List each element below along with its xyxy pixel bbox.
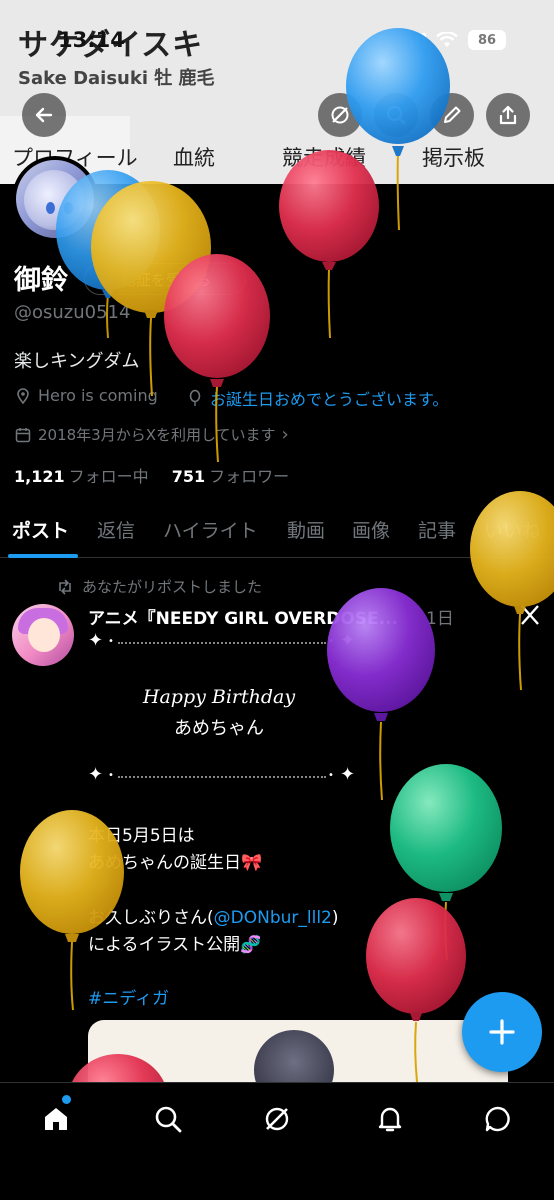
post-text-line: お久しぶりさん(@DONbur_lll2) (88, 903, 339, 928)
happy-birthday-text: Happy Birthday (142, 686, 296, 708)
status-time: 13:14 (58, 28, 125, 52)
repost-icon (59, 578, 71, 595)
pencil-icon (444, 106, 461, 123)
back-button[interactable] (22, 93, 66, 137)
bell-icon (378, 1107, 402, 1132)
repost-indicator: あなたがリポストしました (56, 576, 262, 597)
search-icon (155, 1106, 182, 1133)
status-icons: 86 (404, 30, 506, 50)
repost-text: あなたがリポストしました (82, 578, 263, 596)
nav-messages[interactable] (478, 1099, 518, 1139)
post-text-line: によるイラスト公開🧬 (88, 935, 262, 955)
calendar-icon (15, 427, 31, 442)
nav-home[interactable] (36, 1099, 76, 1139)
location-text: Hero is coming (38, 386, 158, 405)
verified-badge-icon (100, 272, 114, 286)
x-logo-icon (521, 605, 539, 625)
location-pin-icon (17, 387, 29, 404)
profile-tabs: ポスト 返信 ハイライト 動画 画像 記事 いいね (0, 508, 554, 558)
followers-link[interactable]: 751 フォロワー (172, 467, 289, 486)
hashtag-link[interactable]: #ニディガ (88, 984, 169, 1009)
mention-link[interactable]: @DONbur_lll2 (214, 908, 332, 928)
grok-icon (331, 106, 349, 124)
plus-icon (489, 1019, 515, 1045)
website-link[interactable]: お誕生日おめでとうございます。 (210, 386, 448, 410)
compose-button[interactable] (462, 992, 542, 1072)
tab-replies[interactable]: 返信 (97, 516, 135, 543)
grok-icon (265, 1107, 289, 1131)
avatar[interactable] (12, 156, 98, 242)
signal-icon (404, 32, 426, 48)
tab-pedigree[interactable]: 血統 (173, 142, 215, 172)
joined-text: 2018年3月からXを利用しています (38, 426, 276, 444)
post-image[interactable] (88, 1020, 508, 1084)
grok-button[interactable] (318, 93, 362, 137)
followers-label: フォロワー (209, 467, 290, 486)
wifi-icon (436, 32, 458, 47)
balloon-icon (189, 389, 201, 406)
website[interactable]: お誕生日おめでとうございます。 (186, 386, 448, 410)
nav-notifications[interactable] (370, 1099, 410, 1139)
edit-button[interactable] (430, 93, 474, 137)
search-button[interactable] (374, 93, 418, 137)
post-text-suffix: ) (331, 908, 339, 928)
bottom-navigation (0, 1082, 554, 1200)
balloon (390, 764, 502, 961)
bio: 楽しキングダム (14, 351, 140, 372)
verify-label: 認証を受ける (121, 270, 212, 289)
nav-search[interactable] (148, 1099, 188, 1139)
tab-board[interactable]: 掲示板 (422, 142, 485, 172)
tab-highlights[interactable]: ハイライト (163, 516, 258, 543)
message-icon (485, 1106, 510, 1132)
birthday-name-text: あめちゃん (174, 718, 264, 739)
share-button[interactable] (486, 93, 530, 137)
chevron-right-icon[interactable]: › (282, 424, 289, 445)
active-tab-indicator (8, 554, 78, 558)
followers-count: 751 (171, 467, 206, 486)
following-link[interactable]: 1,121 フォロー中 (14, 467, 149, 486)
tab-posts[interactable]: ポスト (12, 516, 69, 543)
post-timestamp: 1日 (426, 609, 454, 629)
location: Hero is coming (14, 386, 158, 405)
post-author-name[interactable]: アニメ『NEEDY GIRL OVERDOSE... (88, 604, 398, 629)
home-icon (45, 1108, 67, 1130)
tab-likes[interactable]: いいね (484, 516, 541, 543)
tab-race-results[interactable]: 競走成績 (282, 142, 366, 172)
decorative-divider: ✦ • • ✦ (88, 630, 356, 651)
follow-stats: 1,121 フォロー中 751 フォロワー (14, 463, 289, 487)
handle: @osuzu0514 (14, 302, 131, 323)
search-icon (386, 105, 406, 125)
battery-indicator: 86 (468, 30, 506, 50)
tab-articles[interactable]: 記事 (418, 516, 456, 543)
decorative-divider: ✦ • • ✦ (88, 764, 356, 785)
post-text-prefix: お久しぶりさん( (88, 908, 214, 928)
following-label: フォロー中 (68, 467, 149, 486)
post-author-avatar[interactable] (12, 604, 74, 666)
arrow-left-icon (35, 107, 53, 123)
share-icon (499, 105, 517, 125)
tab-images[interactable]: 画像 (352, 516, 390, 543)
tab-videos[interactable]: 動画 (287, 516, 325, 543)
verify-button[interactable]: 認証を受ける (84, 263, 246, 295)
header-subtitle: Sake Daisuki 牡 鹿毛 (18, 68, 215, 89)
profile-header: サケダイスキ Sake Daisuki 牡 鹿毛 13:14 86 プロフィール… (0, 0, 554, 184)
joined-date: 2018年3月からXを利用しています › (14, 424, 289, 445)
post-text-line: 本日5月5日は (88, 826, 195, 846)
nav-grok[interactable] (257, 1099, 297, 1139)
post-text-line: あめちゃんの誕生日🎀 (88, 853, 263, 873)
display-name: 御鈴 (14, 265, 68, 296)
notification-dot (62, 1095, 71, 1104)
following-count: 1,121 (14, 467, 65, 486)
